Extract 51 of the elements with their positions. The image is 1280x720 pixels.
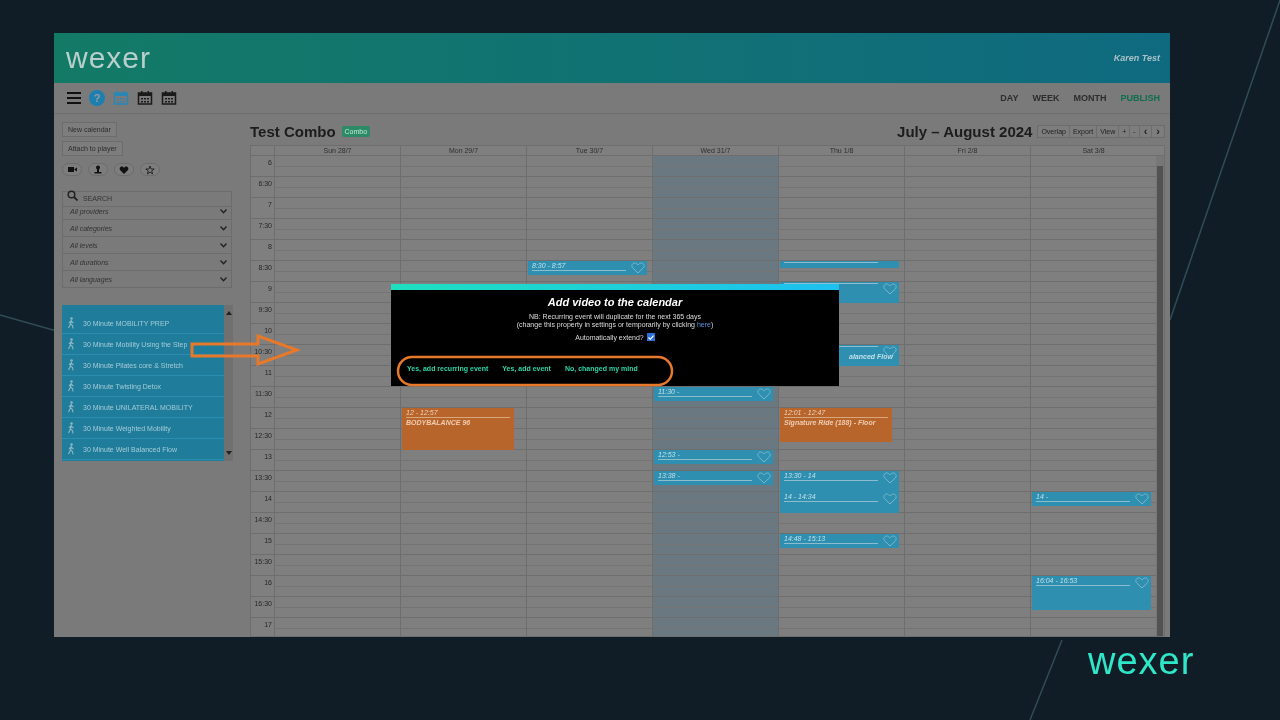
chevron-down-icon bbox=[220, 208, 227, 214]
menu-icon[interactable] bbox=[67, 92, 81, 104]
chevron-down-icon bbox=[220, 242, 227, 248]
heart-outline-icon bbox=[883, 472, 897, 484]
walking-figure-icon bbox=[67, 443, 75, 455]
heart-outline-icon bbox=[883, 283, 897, 295]
heart-outline-icon bbox=[883, 493, 897, 505]
view-tab[interactable]: DAY bbox=[1000, 93, 1019, 103]
calendar-icon[interactable] bbox=[137, 90, 153, 106]
person-icon bbox=[93, 164, 103, 175]
calendar-control-button[interactable]: › bbox=[1151, 124, 1165, 138]
slide-logo: wexer bbox=[1088, 640, 1195, 683]
user-name[interactable]: Karen Test bbox=[1113, 53, 1160, 63]
chevron-down-icon bbox=[220, 259, 227, 265]
heart-outline-icon bbox=[1135, 493, 1149, 505]
auto-extend-checkbox[interactable] bbox=[646, 333, 655, 341]
scroll-up-icon[interactable] bbox=[225, 311, 232, 315]
video-camera-icon bbox=[67, 164, 77, 175]
heart-outline-icon bbox=[757, 472, 771, 484]
app-logo: wexer bbox=[66, 41, 152, 75]
calendar-title: Test Combo bbox=[250, 122, 336, 140]
filter-button[interactable] bbox=[114, 163, 134, 176]
walking-figure-icon bbox=[67, 317, 75, 329]
filter-button[interactable] bbox=[62, 163, 82, 176]
date-range: July – August 2024 bbox=[897, 122, 1033, 140]
scrollbar[interactable] bbox=[224, 305, 233, 461]
filter-button[interactable] bbox=[88, 163, 108, 176]
walking-figure-icon bbox=[67, 380, 75, 392]
calendar-icon[interactable] bbox=[161, 90, 177, 106]
search-icon bbox=[67, 190, 78, 201]
view-tab[interactable]: MONTH bbox=[1073, 93, 1107, 103]
scroll-down-icon[interactable] bbox=[225, 451, 232, 455]
chevron-down-icon bbox=[220, 225, 227, 231]
heart-outline-icon bbox=[631, 262, 645, 274]
checkmark-icon bbox=[647, 334, 654, 340]
chevron-down-icon bbox=[220, 276, 227, 282]
view-tab[interactable]: WEEK bbox=[1032, 93, 1060, 103]
walking-figure-icon bbox=[67, 338, 75, 350]
dialog-title: Add video to the calendar bbox=[547, 296, 683, 308]
star-icon bbox=[145, 164, 155, 175]
help-button[interactable]: ? bbox=[89, 90, 105, 106]
heart-outline-icon bbox=[757, 388, 771, 400]
walking-figure-icon bbox=[67, 359, 75, 371]
heart-outline-icon bbox=[757, 451, 771, 463]
walking-figure-icon bbox=[67, 422, 75, 434]
walking-figure-icon bbox=[67, 401, 75, 413]
scrollbar-thumb[interactable] bbox=[1157, 166, 1163, 636]
filter-button[interactable] bbox=[140, 163, 160, 176]
heart-icon bbox=[119, 164, 129, 175]
heart-outline-icon bbox=[1135, 577, 1149, 589]
heart-outline-icon bbox=[883, 535, 897, 547]
